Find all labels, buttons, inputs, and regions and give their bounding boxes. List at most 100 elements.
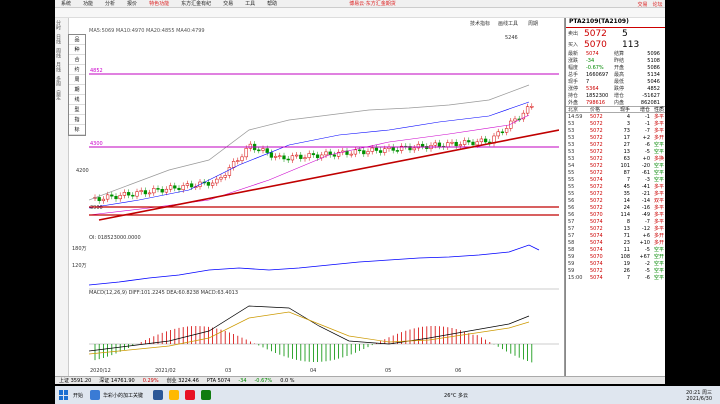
trade-time: 53: [568, 148, 575, 155]
candle: [357, 149, 362, 152]
candle: [458, 144, 463, 147]
menu-bar: 系统 功能 分析 报价 特色功能 东方汇金有纪 交易 工具 帮助 博易云·东方汇…: [55, 0, 665, 8]
trade-qty: 8: [626, 218, 630, 225]
candle: [160, 188, 164, 193]
trade-time: 53: [568, 120, 575, 127]
trade-row: 53 5072 73 -7 多平: [566, 127, 665, 135]
trade-change: -1: [645, 120, 650, 127]
trade-link[interactable]: 交易: [637, 1, 647, 8]
side-menu-item[interactable]: 周: [69, 75, 85, 85]
folder-icon[interactable]: [169, 390, 180, 400]
candle: [370, 147, 374, 152]
quote-label: 最新: [568, 51, 579, 57]
weather[interactable]: 26°C 多云: [444, 392, 468, 399]
side-menu-item[interactable]: 种: [69, 45, 85, 55]
candlestick-chart: [89, 73, 559, 221]
candle: [135, 191, 139, 197]
candle: [244, 148, 248, 158]
nav-week[interactable]: 周线: [55, 46, 62, 60]
trade-qty: 14: [623, 197, 630, 204]
candle: [206, 182, 211, 186]
candle: [261, 148, 265, 151]
trade-change: -61: [641, 169, 650, 176]
candle: [265, 148, 269, 153]
browser-icon[interactable]: [153, 390, 164, 400]
app-icon[interactable]: [201, 390, 212, 400]
side-menu-item[interactable]: 线: [69, 95, 85, 105]
period-button[interactable]: 周期: [528, 20, 538, 27]
trade-qty: 13: [623, 148, 630, 155]
trade-qty: 17: [623, 134, 630, 141]
candle: [303, 157, 307, 159]
menu-analysis[interactable]: 分析: [99, 0, 121, 7]
candle: [446, 142, 450, 148]
menu-help[interactable]: 帮助: [261, 0, 283, 7]
trade-price: 5074: [590, 239, 603, 246]
candle: [97, 197, 101, 202]
trade-type: 空平: [653, 247, 664, 253]
side-menu-item[interactable]: 期: [69, 85, 85, 95]
side-menu-item[interactable]: 品: [69, 35, 85, 45]
drawing-tools-button[interactable]: 画线工具: [498, 20, 518, 27]
trade-row: 59 5072 26 -5 空平: [566, 267, 665, 275]
side-menu-item[interactable]: 合: [69, 55, 85, 65]
indicator-button[interactable]: 技术指标: [470, 20, 490, 27]
nav-multi[interactable]: 多周: [55, 74, 62, 88]
app-icon[interactable]: [185, 390, 196, 400]
nav-minute[interactable]: 分时: [55, 18, 62, 32]
nav-month[interactable]: 月线: [55, 60, 62, 74]
quote-row: 最新 5074 结算 5096: [566, 50, 665, 58]
quote-label: 结算: [614, 51, 625, 57]
side-menu-item[interactable]: 约: [69, 65, 85, 75]
side-menu-item[interactable]: 指: [69, 115, 85, 125]
trade-time: 58: [568, 246, 575, 253]
forum-link[interactable]: 论坛: [652, 1, 662, 8]
side-menu-item[interactable]: 型: [69, 105, 85, 115]
trade-type: 多平: [653, 205, 664, 211]
date-tick: 06: [455, 368, 462, 374]
candle: [286, 158, 290, 161]
windows-start-icon[interactable]: [59, 390, 69, 400]
menu-system[interactable]: 系统: [55, 0, 77, 7]
trade-header: 北京 价格 现手 增仓 性质: [566, 106, 665, 113]
menu-trade[interactable]: 交易: [217, 0, 239, 7]
quote-value: 4852: [647, 85, 660, 92]
trade-row: 57 5074 71 +6 多开: [566, 232, 665, 240]
trade-type: 多开: [653, 240, 664, 246]
candle: [500, 131, 505, 134]
trade-row: 53 5072 63 +0 多换: [566, 155, 665, 163]
date-tick: 03: [225, 368, 232, 374]
taskbar-app[interactable]: 华彩小的加工关键: [87, 390, 143, 400]
menu-tools[interactable]: 工具: [239, 0, 261, 7]
clock[interactable]: 20:21 周三 2021/6/30: [686, 389, 712, 402]
menu-dongfang[interactable]: 东方汇金有纪: [175, 0, 217, 7]
side-menu-item[interactable]: 标: [69, 125, 85, 135]
trade-time: 59: [568, 267, 575, 274]
trade-qty: 3: [626, 120, 630, 127]
trade-change: +6: [642, 232, 650, 239]
candle: [236, 160, 240, 162]
menu-special[interactable]: 特色功能: [143, 0, 175, 7]
trade-row: 53 5072 3 -1 多平: [566, 120, 665, 128]
trade-qty: 11: [623, 246, 630, 253]
trade-type: 多平: [653, 191, 664, 197]
trade-price: 5072: [590, 169, 603, 176]
taskbar-start[interactable]: 开始: [73, 392, 83, 399]
quote-value: 5364: [586, 85, 599, 92]
nav-day[interactable]: 日线: [55, 32, 62, 46]
menu-quote[interactable]: 报价: [121, 0, 143, 7]
candle: [164, 188, 169, 193]
candle: [110, 194, 114, 197]
trade-qty: 7: [626, 274, 630, 281]
trade-type: 多开: [653, 233, 664, 239]
ask-qty: 5: [622, 28, 628, 39]
status-bar: 上证 3591.20 深证 14761.90 0.29% 创业 3224.46 …: [55, 376, 665, 384]
trade-row: 57 5074 8 -7 多平: [566, 218, 665, 226]
menu-function[interactable]: 功能: [77, 0, 99, 7]
trade-qty: 108: [620, 253, 630, 260]
trade-row: 56 5072 24 -16 多平: [566, 204, 665, 212]
candle: [278, 155, 282, 158]
nav-custom[interactable]: 自定: [55, 88, 62, 102]
oi-tick: 180万: [72, 246, 87, 252]
right-margin: [665, 8, 720, 378]
